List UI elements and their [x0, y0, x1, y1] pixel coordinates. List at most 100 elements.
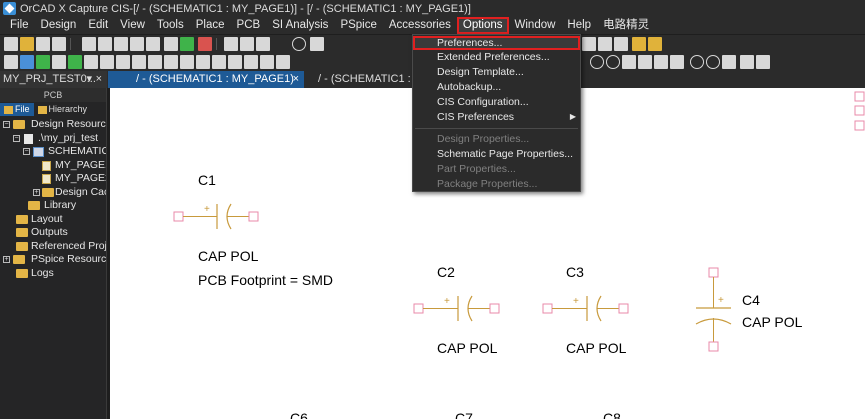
- place-pin-icon[interactable]: [20, 55, 34, 69]
- menu-pcb[interactable]: PCB: [231, 17, 267, 34]
- tree-item-schematic[interactable]: − SCHEMATIC1: [0, 145, 106, 159]
- current-marker-icon[interactable]: [622, 55, 636, 69]
- menu-tools[interactable]: Tools: [151, 17, 190, 34]
- line-icon[interactable]: [164, 55, 178, 69]
- place-net-icon[interactable]: [36, 55, 50, 69]
- simulate-icon[interactable]: [590, 55, 604, 69]
- cross-probe-icon[interactable]: [582, 37, 596, 51]
- ground-icon[interactable]: [740, 55, 754, 69]
- polyline-icon[interactable]: [180, 55, 194, 69]
- menu-item-autobackup[interactable]: Autobackup...: [437, 81, 501, 93]
- place-part-icon[interactable]: [224, 37, 238, 51]
- open-folder-icon[interactable]: [20, 37, 34, 51]
- menu-item-extended-preferences[interactable]: Extended Preferences...: [437, 51, 550, 63]
- ellipse-icon[interactable]: [212, 55, 226, 69]
- part-footprint[interactable]: PCB Footprint = SMD: [198, 272, 333, 288]
- no-connect-icon[interactable]: [100, 55, 114, 69]
- menu-item-cis-configuration[interactable]: CIS Configuration...: [437, 96, 529, 108]
- wire-icon[interactable]: [240, 37, 254, 51]
- close-icon[interactable]: ×: [293, 71, 299, 88]
- menu-si-analysis[interactable]: SI Analysis: [266, 17, 334, 34]
- expand-icon[interactable]: +: [33, 188, 40, 196]
- capacitor-c4[interactable]: +: [695, 267, 732, 352]
- part-reference[interactable]: C1: [198, 172, 216, 188]
- grid-icon[interactable]: [164, 37, 178, 51]
- ieee-symbol-icon[interactable]: [276, 55, 290, 69]
- probe-icon[interactable]: [670, 55, 684, 69]
- expand-icon[interactable]: +: [3, 256, 10, 263]
- part-reference[interactable]: C2: [437, 264, 455, 280]
- bom-icon[interactable]: [598, 37, 612, 51]
- zoom-icon[interactable]: [292, 37, 306, 51]
- select-icon[interactable]: [4, 55, 18, 69]
- print-icon[interactable]: [52, 37, 66, 51]
- netlist-icon[interactable]: [180, 37, 194, 51]
- tree-item-logs[interactable]: Logs: [0, 267, 106, 281]
- menu-window[interactable]: Window: [509, 17, 562, 34]
- part-manager-icon[interactable]: [632, 37, 646, 51]
- notes-icon[interactable]: [614, 37, 628, 51]
- redo-icon[interactable]: [146, 37, 160, 51]
- menu-circuit-wizard[interactable]: 电路精灵: [597, 17, 655, 34]
- off-page-icon[interactable]: [148, 55, 162, 69]
- tab-schematic-active[interactable]: / - (SCHEMATIC1 : MY_PAGE1) ×: [108, 71, 304, 88]
- cut-icon[interactable]: [82, 37, 96, 51]
- undo-icon[interactable]: [130, 37, 144, 51]
- part-value[interactable]: CAP POL: [437, 340, 497, 356]
- capacitor-c1[interactable]: +: [173, 203, 259, 230]
- menu-design[interactable]: Design: [35, 17, 83, 34]
- part-reference[interactable]: C8: [603, 410, 621, 419]
- new-icon[interactable]: [4, 37, 18, 51]
- part-reference[interactable]: C3: [566, 264, 584, 280]
- flag-icon[interactable]: [756, 55, 770, 69]
- power-marker-icon[interactable]: [638, 55, 652, 69]
- settings-icon[interactable]: [690, 55, 704, 69]
- part-reference[interactable]: C6: [290, 410, 308, 419]
- part-value[interactable]: CAP POL: [198, 248, 258, 264]
- voltage-marker-icon[interactable]: [606, 55, 620, 69]
- menu-item-design-template[interactable]: Design Template...: [437, 66, 524, 78]
- collapse-icon[interactable]: −: [13, 134, 20, 142]
- tab-project[interactable]: MY_PRJ_TEST0... ▾ ×: [0, 71, 107, 88]
- bias-icon[interactable]: [654, 55, 668, 69]
- place-junction-icon[interactable]: [52, 55, 66, 69]
- cart-icon[interactable]: [648, 37, 662, 51]
- hier-block-icon[interactable]: [116, 55, 130, 69]
- copy-icon[interactable]: [98, 37, 112, 51]
- tree-item-layout[interactable]: Layout: [0, 213, 106, 227]
- tree-item-page[interactable]: MY_PAGE1: [0, 159, 106, 173]
- tree-item-library[interactable]: Library: [0, 199, 106, 213]
- tree-item-page[interactable]: MY_PAGE2: [0, 172, 106, 186]
- menu-place[interactable]: Place: [190, 17, 231, 34]
- save-icon[interactable]: [36, 37, 50, 51]
- menu-edit[interactable]: Edit: [82, 17, 114, 34]
- sweep-icon[interactable]: [706, 55, 720, 69]
- collapse-icon[interactable]: −: [3, 121, 10, 128]
- menu-options[interactable]: Options: [456, 17, 509, 34]
- hier-port-icon[interactable]: [132, 55, 146, 69]
- menu-accessories[interactable]: Accessories: [383, 17, 457, 34]
- menu-file[interactable]: File: [0, 17, 35, 34]
- arc-icon[interactable]: [228, 55, 242, 69]
- bookmark-icon[interactable]: [260, 55, 274, 69]
- capacitor-c2[interactable]: +: [413, 295, 500, 322]
- place-power-icon[interactable]: [68, 55, 82, 69]
- tree-item-design-cache[interactable]: + Design Cache: [0, 186, 106, 200]
- zoom-fit-icon[interactable]: [310, 37, 324, 51]
- collapse-icon[interactable]: −: [23, 148, 30, 155]
- tab-hierarchy[interactable]: Hierarchy: [34, 103, 92, 116]
- bus-icon[interactable]: [256, 37, 270, 51]
- tree-item-referenced-projects[interactable]: Referenced Projects: [0, 240, 106, 254]
- tab-file[interactable]: File: [0, 103, 34, 116]
- paste-icon[interactable]: [114, 37, 128, 51]
- tree-item-pspice-resources[interactable]: + PSpice Resources: [0, 253, 106, 267]
- close-icon[interactable]: ×: [96, 71, 102, 88]
- rectangle-icon[interactable]: [196, 55, 210, 69]
- tree-item-outputs[interactable]: Outputs: [0, 226, 106, 240]
- menu-help[interactable]: Help: [561, 17, 597, 34]
- menu-item-schematic-page-properties[interactable]: Schematic Page Properties...: [437, 148, 573, 160]
- drc-icon[interactable]: [198, 37, 212, 51]
- menu-item-preferences[interactable]: Preferences...: [413, 36, 580, 50]
- pin-icon[interactable]: ▾: [86, 71, 92, 88]
- part-value[interactable]: CAP POL: [566, 340, 626, 356]
